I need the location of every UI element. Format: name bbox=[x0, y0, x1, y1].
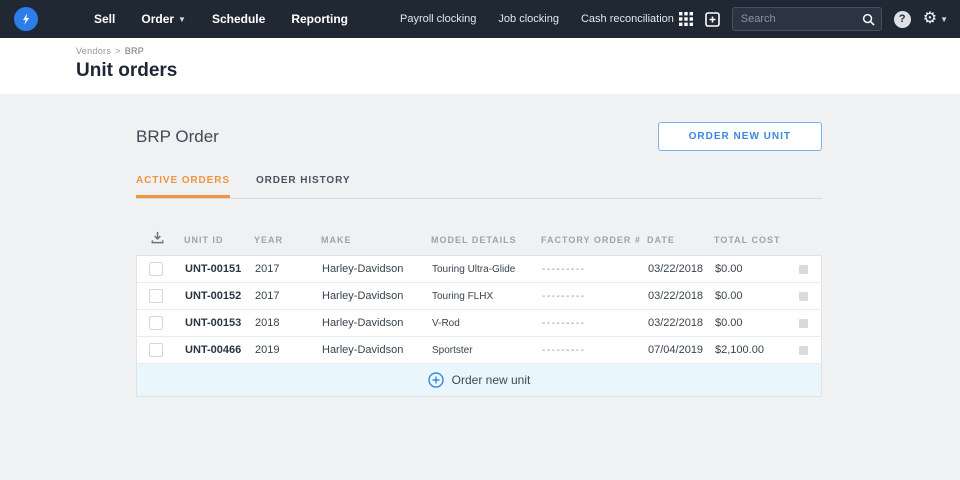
search-input[interactable] bbox=[740, 13, 862, 25]
cell-year: 2018 bbox=[255, 317, 280, 329]
breadcrumb-current[interactable]: BRP bbox=[125, 46, 144, 56]
cell-model-details: Sportster bbox=[432, 344, 473, 356]
cell-factory-order: --------- bbox=[542, 263, 586, 275]
quick-add-icon[interactable] bbox=[704, 11, 720, 27]
row-action-icon[interactable] bbox=[799, 264, 808, 274]
col-year: YEAR bbox=[254, 235, 284, 245]
col-date: DATE bbox=[647, 235, 675, 245]
row-checkbox[interactable] bbox=[149, 262, 163, 276]
row-checkbox[interactable] bbox=[149, 289, 163, 303]
settings-menu[interactable]: ⚙ ▼ bbox=[923, 11, 948, 27]
cell-unit-id[interactable]: UNT-00151 bbox=[185, 263, 255, 275]
cell-factory-order: --------- bbox=[542, 317, 586, 329]
col-unit-id: UNIT ID bbox=[184, 235, 224, 245]
primary-nav: Sell Order ▼ Schedule Reporting bbox=[94, 12, 348, 26]
top-navbar: Sell Order ▼ Schedule Reporting Payroll c… bbox=[0, 0, 960, 38]
secondary-nav: Payroll clocking Job clocking Cash recon… bbox=[400, 13, 674, 25]
section-header: BRP Order ORDER NEW UNIT bbox=[136, 122, 822, 151]
nav-item-order-label: Order bbox=[141, 12, 175, 26]
apps-grid-icon[interactable] bbox=[678, 12, 693, 26]
cell-model-details: V-Rod bbox=[432, 317, 460, 329]
cell-make: Harley-Davidson bbox=[322, 317, 404, 329]
download-icon bbox=[151, 231, 164, 244]
col-total-cost: TOTAL COST bbox=[714, 235, 781, 245]
row-checkbox[interactable] bbox=[149, 316, 163, 330]
plus-circle-icon bbox=[427, 372, 444, 388]
nav-item-sell[interactable]: Sell bbox=[94, 12, 115, 26]
grid-glyph bbox=[678, 12, 693, 26]
nav-item-job-clocking[interactable]: Job clocking bbox=[498, 13, 559, 25]
row-checkbox[interactable] bbox=[149, 343, 163, 357]
nav-item-cash-reconciliation[interactable]: Cash reconciliation bbox=[581, 13, 674, 25]
cell-model-details: Touring Ultra-Glide bbox=[432, 263, 516, 275]
page-title: Unit orders bbox=[76, 60, 178, 81]
table-row: UNT-00152 2017 Harley-Davidson Touring F… bbox=[137, 283, 821, 310]
nav-item-sell-label: Sell bbox=[94, 12, 116, 26]
breadcrumb-separator: > bbox=[115, 46, 121, 56]
nav-item-payroll-clocking[interactable]: Payroll clocking bbox=[400, 13, 476, 25]
global-search bbox=[731, 7, 882, 31]
chevron-down-icon: ▼ bbox=[178, 14, 186, 24]
table-row: UNT-00466 2019 Harley-Davidson Sportster… bbox=[137, 337, 821, 364]
cell-date: 07/04/2019 bbox=[648, 344, 704, 356]
cell-model-details: Touring FLHX bbox=[432, 290, 494, 302]
row-action-icon[interactable] bbox=[799, 318, 808, 328]
row-action-icon[interactable] bbox=[799, 345, 808, 355]
table-row: UNT-00151 2017 Harley-Davidson Touring U… bbox=[137, 256, 821, 283]
help-label: ? bbox=[898, 13, 906, 25]
cell-total-cost: $0.00 bbox=[715, 317, 743, 329]
col-model-details: MODEL DETAILS bbox=[431, 235, 517, 245]
help-icon[interactable]: ? bbox=[893, 10, 911, 28]
breadcrumb: Vendors > BRP bbox=[76, 46, 960, 56]
order-new-unit-button[interactable]: ORDER NEW UNIT bbox=[657, 122, 822, 151]
cell-make: Harley-Davidson bbox=[322, 263, 404, 275]
nav-item-schedule[interactable]: Schedule bbox=[212, 12, 265, 26]
page-header: Vendors > BRP Unit orders bbox=[0, 38, 960, 94]
breadcrumb-vendors[interactable]: Vendors bbox=[76, 46, 111, 56]
cell-unit-id[interactable]: UNT-00152 bbox=[185, 290, 255, 302]
app-logo-icon[interactable] bbox=[14, 7, 38, 31]
cell-total-cost: $2,100.00 bbox=[715, 344, 764, 356]
cell-year: 2019 bbox=[255, 344, 280, 356]
cell-year: 2017 bbox=[255, 290, 280, 302]
cell-year: 2017 bbox=[255, 263, 280, 275]
cell-unit-id[interactable]: UNT-00153 bbox=[185, 317, 255, 329]
orders-table: UNT-00151 2017 Harley-Davidson Touring U… bbox=[136, 255, 822, 397]
plus-square-glyph bbox=[704, 11, 720, 27]
col-make: MAKE bbox=[321, 235, 352, 245]
cell-make: Harley-Davidson bbox=[322, 290, 404, 302]
col-factory-order: FACTORY ORDER # bbox=[541, 235, 641, 245]
tab-active-orders[interactable]: ACTIVE ORDERS bbox=[136, 175, 230, 198]
cell-date: 03/22/2018 bbox=[648, 317, 704, 329]
chevron-down-icon: ▼ bbox=[940, 14, 948, 24]
cell-factory-order: --------- bbox=[542, 344, 586, 356]
cell-total-cost: $0.00 bbox=[715, 290, 743, 302]
table-row: UNT-00153 2018 Harley-Davidson V-Rod ---… bbox=[137, 310, 821, 337]
gear-icon: ⚙ bbox=[922, 10, 938, 27]
nav-item-order[interactable]: Order ▼ bbox=[141, 12, 186, 26]
nav-item-reporting-label: Reporting bbox=[291, 12, 348, 26]
cell-date: 03/22/2018 bbox=[648, 290, 704, 302]
main-content: BRP Order ORDER NEW UNIT ACTIVE ORDERS O… bbox=[0, 94, 960, 397]
tab-order-history[interactable]: ORDER HISTORY bbox=[256, 175, 351, 198]
tab-bar: ACTIVE ORDERS ORDER HISTORY bbox=[136, 175, 822, 199]
navbar-right-tools: ? ⚙ ▼ bbox=[678, 7, 948, 31]
search-icon[interactable] bbox=[862, 13, 875, 26]
order-new-unit-row[interactable]: Order new unit bbox=[137, 364, 821, 396]
section-title: BRP Order bbox=[136, 126, 219, 146]
cell-factory-order: --------- bbox=[542, 290, 586, 302]
order-new-unit-row-label: Order new unit bbox=[451, 373, 531, 387]
download-button[interactable] bbox=[136, 230, 184, 250]
row-action-icon[interactable] bbox=[799, 291, 808, 301]
table-header: UNIT ID YEAR MAKE MODEL DETAILS FACTORY … bbox=[136, 225, 822, 255]
cell-total-cost: $0.00 bbox=[715, 263, 743, 275]
lightning-icon bbox=[23, 13, 30, 25]
cell-unit-id[interactable]: UNT-00466 bbox=[185, 344, 255, 356]
nav-item-schedule-label: Schedule bbox=[211, 12, 266, 26]
cell-make: Harley-Davidson bbox=[322, 344, 404, 356]
cell-date: 03/22/2018 bbox=[648, 263, 704, 275]
nav-item-reporting[interactable]: Reporting bbox=[291, 12, 348, 26]
